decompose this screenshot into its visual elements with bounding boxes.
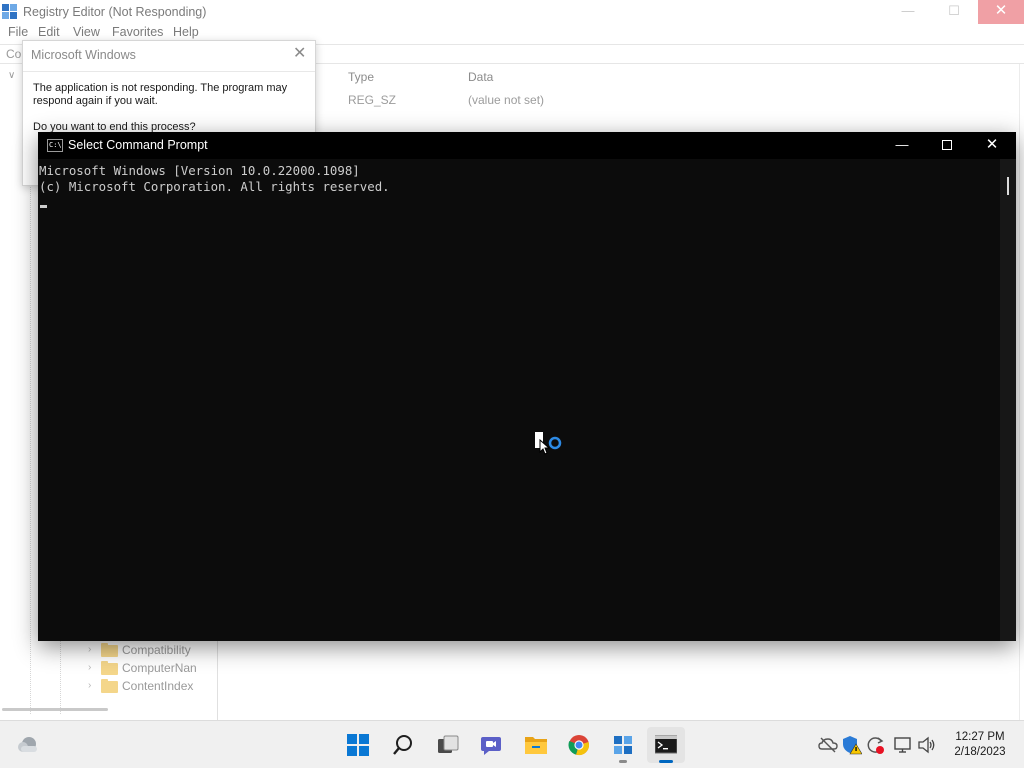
folder-icon	[101, 679, 118, 693]
dialog-divider	[23, 71, 315, 72]
file-explorer-icon	[525, 737, 547, 754]
taskbar-clock[interactable]: 12:27 PM 2/18/2023	[940, 730, 1020, 760]
tree-item-computername[interactable]: › ComputerNan	[88, 660, 218, 678]
cmd-vertical-scrollbar[interactable]	[1000, 159, 1016, 641]
onedrive-offline-icon[interactable]	[818, 735, 838, 755]
command-prompt-taskbar-button[interactable]	[647, 727, 685, 763]
clock-date: 2/18/2023	[954, 746, 1006, 758]
active-indicator	[659, 760, 673, 763]
task-view-button[interactable]	[429, 727, 467, 763]
chrome-icon	[568, 735, 589, 756]
regedit-minimize-button[interactable]: —	[890, 0, 926, 24]
regedit-close-button[interactable]: ✕	[978, 0, 1024, 24]
menu-help[interactable]: Help	[173, 25, 199, 39]
teams-chat-button[interactable]	[472, 727, 510, 763]
task-view-icon	[438, 735, 459, 753]
command-prompt-window: C:\ Select Command Prompt — ✕ Microsoft …	[38, 132, 1016, 641]
address-bar-text: Co	[6, 47, 22, 61]
dialog-close-button[interactable]: ✕	[293, 45, 306, 63]
cmd-titlebar[interactable]: C:\ Select Command Prompt — ✕	[38, 132, 1016, 159]
file-explorer-button[interactable]	[516, 727, 554, 763]
search-button[interactable]	[384, 727, 422, 763]
cmd-close-button[interactable]: ✕	[970, 132, 1014, 159]
folder-icon	[101, 661, 118, 675]
tree-item-label: ContentIndex	[122, 679, 194, 693]
volume-icon[interactable]	[917, 735, 937, 755]
menu-file[interactable]: File	[8, 25, 28, 39]
dialog-message: The application is not responding. The p…	[33, 82, 288, 107]
console-output[interactable]: Microsoft Windows [Version 10.0.22000.10…	[38, 159, 1000, 641]
chevron-right-icon[interactable]: ›	[88, 644, 91, 655]
update-restart-icon[interactable]	[866, 735, 886, 755]
default-value-data[interactable]: (value not set)	[468, 93, 544, 107]
console-line: Microsoft Windows [Version 10.0.22000.10…	[39, 163, 360, 178]
cmd-icon-text: C:\	[49, 141, 62, 149]
chevron-right-icon[interactable]: ›	[88, 680, 91, 691]
scrollbar-thumb[interactable]	[1007, 177, 1009, 195]
values-vertical-scrollbar[interactable]	[1019, 64, 1024, 720]
console-line: (c) Microsoft Corporation. All rights re…	[39, 179, 390, 194]
folder-icon	[101, 643, 118, 657]
cmd-maximize-button[interactable]	[925, 132, 969, 159]
tree-item-contentindex[interactable]: › ContentIndex	[88, 678, 218, 696]
network-icon[interactable]	[893, 735, 913, 755]
text-cursor	[40, 205, 47, 208]
chevron-right-icon[interactable]: ›	[88, 662, 91, 673]
menu-edit[interactable]: Edit	[38, 25, 60, 39]
windows-logo-icon	[347, 734, 369, 756]
registry-editor-title: Registry Editor (Not Responding)	[23, 5, 207, 19]
running-indicator	[619, 760, 627, 763]
taskbar: 12:27 PM 2/18/2023	[0, 720, 1024, 768]
chrome-button[interactable]	[560, 727, 598, 763]
tree-horizontal-scrollbar[interactable]	[2, 708, 108, 711]
registry-editor-icon	[2, 4, 17, 19]
tree-item-compatibility[interactable]: › Compatibility	[88, 642, 218, 660]
column-header-type[interactable]: Type	[348, 70, 374, 84]
registry-editor-titlebar[interactable]: Registry Editor (Not Responding) — ☐ ✕	[0, 0, 1024, 24]
start-button[interactable]	[339, 727, 377, 763]
command-prompt-icon	[655, 735, 677, 754]
maximize-icon	[942, 140, 952, 150]
regedit-maximize-button[interactable]: ☐	[936, 0, 972, 24]
registry-editor-taskbar-button[interactable]	[604, 727, 642, 763]
menu-favorites[interactable]: Favorites	[112, 25, 163, 39]
chevron-down-icon[interactable]: ∨	[8, 70, 15, 81]
search-icon	[393, 735, 412, 755]
weather-cloud-icon[interactable]	[16, 734, 40, 754]
teams-chat-icon	[481, 737, 501, 755]
dialog-title: Microsoft Windows	[31, 48, 136, 62]
busy-cursor-icon	[535, 432, 562, 455]
cmd-title: Select Command Prompt	[68, 138, 208, 152]
menu-view[interactable]: View	[73, 25, 100, 39]
tree-item-label: ComputerNan	[122, 661, 197, 675]
column-header-data[interactable]: Data	[468, 70, 493, 84]
clock-time: 12:27 PM	[955, 731, 1005, 743]
command-prompt-icon: C:\	[47, 139, 63, 152]
registry-editor-icon	[614, 736, 632, 754]
tree-item-label: Compatibility	[122, 643, 191, 657]
cmd-minimize-button[interactable]: —	[880, 132, 924, 159]
security-warning-icon[interactable]	[842, 735, 862, 755]
default-value-type[interactable]: REG_SZ	[348, 93, 396, 107]
